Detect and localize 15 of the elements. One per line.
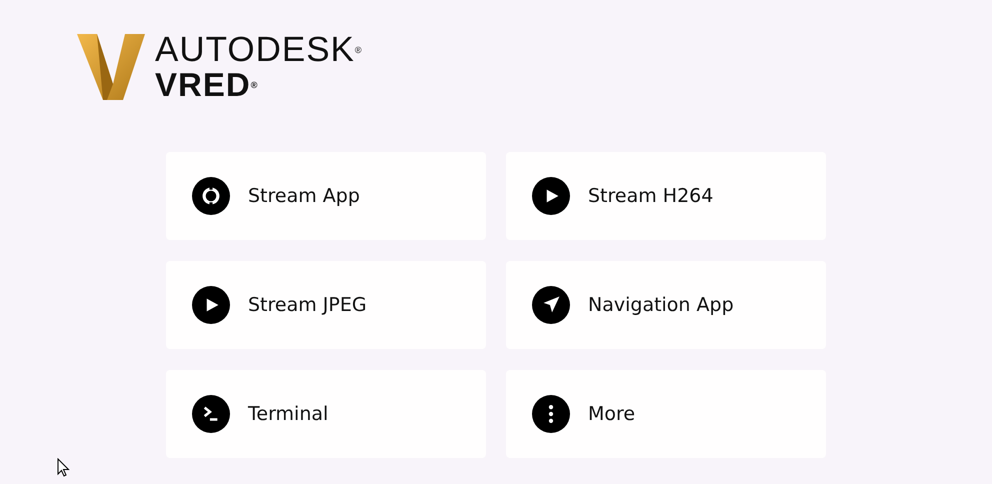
- terminal-icon: [192, 395, 230, 433]
- ring-icon: [192, 177, 230, 215]
- play-icon: [532, 177, 570, 215]
- more-icon: [532, 395, 570, 433]
- launch-tile[interactable]: Navigation App: [506, 261, 826, 349]
- play-icon: [192, 286, 230, 324]
- product-name: VRED$^{®}$: [155, 68, 258, 102]
- logo-icon: [77, 32, 145, 102]
- launch-tile[interactable]: Terminal: [166, 370, 486, 458]
- mouse-pointer-icon: [57, 458, 70, 477]
- launch-tile[interactable]: More: [506, 370, 826, 458]
- launch-tile[interactable]: Stream H264: [506, 152, 826, 240]
- launch-tile[interactable]: Stream App: [166, 152, 486, 240]
- launch-tile[interactable]: Stream JPEG: [166, 261, 486, 349]
- brand-name: AUTODESK$^{®}$: [155, 32, 362, 68]
